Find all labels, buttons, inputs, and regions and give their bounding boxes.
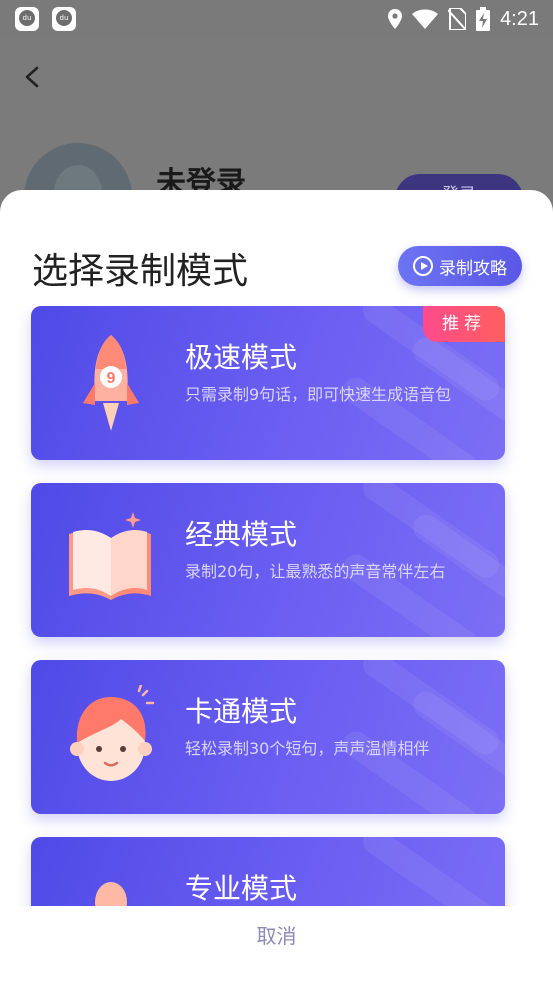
mode-title: 极速模式 bbox=[185, 341, 298, 374]
book-icon bbox=[69, 512, 151, 600]
battery-charging-icon bbox=[476, 7, 491, 31]
mode-select-sheet: 选择录制模式 录制攻略 推荐 9 极速模式 只需录制9句话，即可快速生成语音包 bbox=[0, 190, 553, 983]
guide-button-label: 录制攻略 bbox=[439, 258, 507, 279]
sheet-title: 选择录制模式 bbox=[32, 251, 249, 292]
recommend-badge: 推荐 bbox=[423, 306, 505, 342]
status-bar: du du 4:21 bbox=[0, 0, 553, 38]
cartoon-face-icon bbox=[70, 685, 155, 781]
back-arrow-icon[interactable] bbox=[22, 66, 44, 88]
mode-card-fast[interactable]: 推荐 9 极速模式 只需录制9句话，即可快速生成语音包 bbox=[31, 306, 505, 460]
app-notification-icon: du bbox=[15, 7, 39, 31]
mode-title: 卡通模式 bbox=[185, 695, 298, 728]
location-icon bbox=[388, 9, 403, 29]
play-icon bbox=[413, 256, 433, 276]
mode-description: 录制20句，让最熟悉的声音常伴左右 bbox=[185, 562, 446, 581]
mode-description: 轻松录制30个短句，声声温情相伴 bbox=[185, 739, 430, 758]
clock: 4:21 bbox=[500, 7, 539, 30]
mode-card-professional[interactable]: 专业模式 bbox=[31, 837, 505, 906]
recording-guide-button[interactable]: 录制攻略 bbox=[398, 246, 522, 286]
app-notification-icon: du bbox=[52, 7, 76, 31]
mode-card-classic[interactable]: 经典模式 录制20句，让最熟悉的声音常伴左右 bbox=[31, 483, 505, 637]
svg-text:9: 9 bbox=[107, 370, 116, 387]
mode-title: 经典模式 bbox=[185, 518, 298, 551]
professional-icon bbox=[95, 882, 127, 906]
mode-title: 专业模式 bbox=[185, 872, 298, 905]
wifi-icon bbox=[412, 9, 439, 29]
rocket-icon: 9 bbox=[83, 335, 139, 431]
mode-card-cartoon[interactable]: 卡通模式 轻松录制30个短句，声声温情相伴 bbox=[31, 660, 505, 814]
mode-list[interactable]: 推荐 9 极速模式 只需录制9句话，即可快速生成语音包 经典模式 录制20句，让… bbox=[0, 306, 553, 906]
mode-description: 只需录制9句话，即可快速生成语音包 bbox=[185, 385, 452, 404]
cancel-button[interactable]: 取消 bbox=[0, 906, 553, 983]
no-sim-icon bbox=[448, 8, 467, 30]
